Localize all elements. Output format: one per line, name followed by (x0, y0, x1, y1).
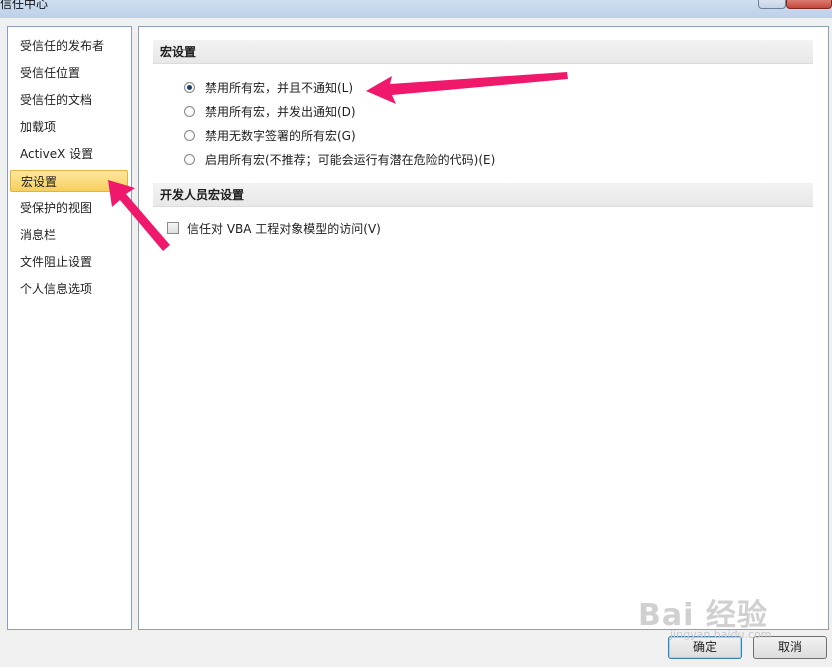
sidebar-item-trusted-documents[interactable]: 受信任的文档 (10, 89, 128, 111)
window-controls (758, 0, 832, 10)
settings-panel: 宏设置 禁用所有宏，并且不通知(L) 禁用所有宏，并发出通知(D) 禁用无数字签… (138, 26, 829, 630)
vba-access-option[interactable]: 信任对 VBA 工程对象模型的访问(V) (167, 218, 381, 238)
sidebar-item-add-ins[interactable]: 加载项 (10, 116, 128, 138)
sidebar-nav: 受信任的发布者 受信任位置 受信任的文档 加载项 ActiveX 设置 宏设置 … (7, 26, 132, 630)
radio-button-icon[interactable] (184, 153, 195, 165)
sidebar-item-trusted-locations[interactable]: 受信任位置 (10, 62, 128, 84)
developer-settings-header: 开发人员宏设置 (153, 183, 813, 207)
dialog-client-area: 受信任的发布者 受信任位置 受信任的文档 加载项 ActiveX 设置 宏设置 … (0, 18, 832, 667)
window-title: 信任中心 (0, 0, 49, 11)
radio-label: 禁用所有宏，并且不通知(L) (205, 80, 354, 95)
radio-disable-unsigned[interactable]: 禁用无数字签署的所有宏(G) (184, 125, 356, 145)
radio-label: 禁用所有宏，并发出通知(D) (205, 104, 356, 119)
radio-disable-with-notify[interactable]: 禁用所有宏，并发出通知(D) (184, 101, 356, 121)
sidebar-item-privacy[interactable]: 个人信息选项 (10, 278, 128, 300)
sidebar-item-trusted-publishers[interactable]: 受信任的发布者 (10, 35, 128, 57)
radio-button-icon[interactable] (184, 105, 195, 117)
sidebar-item-activex[interactable]: ActiveX 设置 (10, 143, 128, 165)
sidebar-item-file-block[interactable]: 文件阻止设置 (10, 251, 128, 273)
watermark-url: jingyan.baidu.com (670, 628, 772, 641)
watermark: Bai 经验 jingyan.baidu.com (638, 578, 808, 650)
title-bar: 信任中心 (0, 0, 832, 18)
radio-label: 启用所有宏(不推荐；可能会运行有潜在危险的代码)(E) (205, 152, 496, 167)
sidebar-item-message-bar[interactable]: 消息栏 (10, 224, 128, 246)
vba-access-label: 信任对 VBA 工程对象模型的访问(V) (187, 221, 381, 236)
radio-label: 禁用无数字签署的所有宏(G) (205, 128, 356, 143)
sidebar-item-protected-view[interactable]: 受保护的视图 (10, 197, 128, 219)
radio-enable-all[interactable]: 启用所有宏(不推荐；可能会运行有潜在危险的代码)(E) (184, 149, 495, 169)
radio-disable-no-notify[interactable]: 禁用所有宏，并且不通知(L) (184, 77, 353, 97)
radio-button-icon[interactable] (184, 81, 195, 93)
macro-settings-header: 宏设置 (153, 40, 813, 64)
help-button[interactable] (758, 0, 786, 9)
radio-button-icon[interactable] (184, 129, 195, 141)
sidebar-item-macro-settings[interactable]: 宏设置 (10, 170, 128, 192)
close-button[interactable] (786, 0, 832, 9)
checkbox-icon[interactable] (167, 222, 179, 234)
